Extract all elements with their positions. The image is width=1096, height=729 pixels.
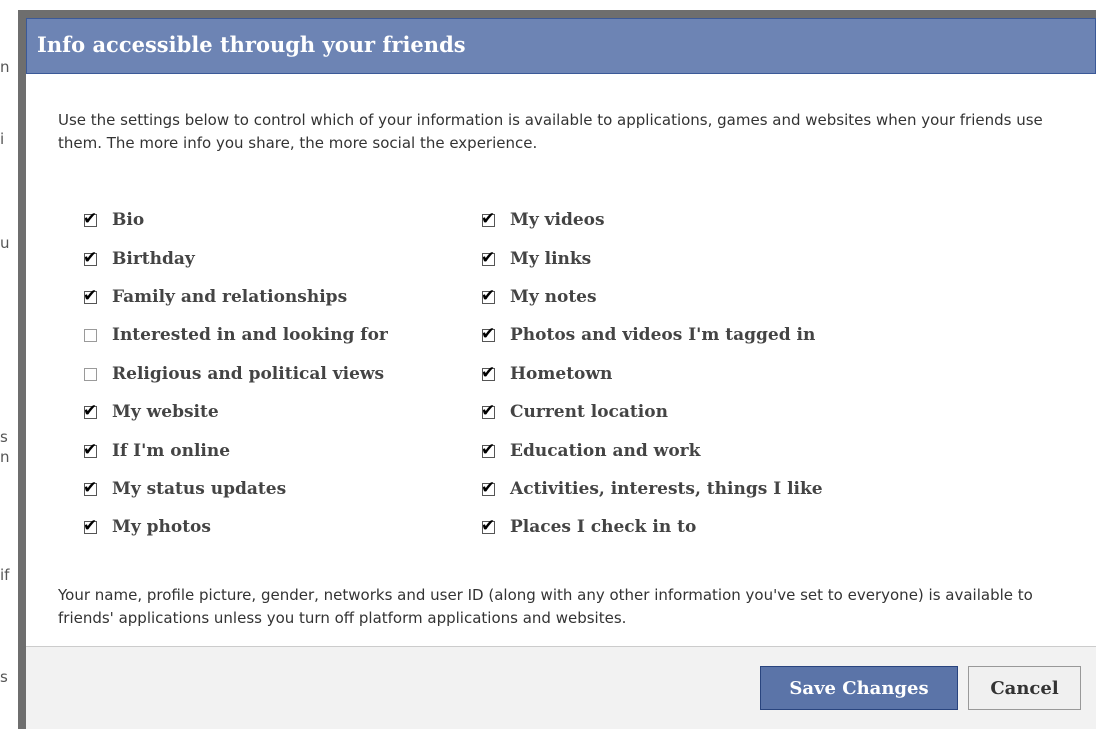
left-checkbox-column: ✔ Bio ✔ Birthday ✔ Family and relationsh… bbox=[83, 201, 388, 547]
checkbox[interactable]: ✔ bbox=[481, 401, 495, 421]
checkmark-icon: ✔ bbox=[481, 477, 496, 498]
checkbox-row[interactable]: ✔ If I'm online bbox=[83, 431, 388, 469]
checkbox[interactable]: ✔ bbox=[481, 209, 495, 229]
checkmark-icon: ✔ bbox=[481, 362, 496, 383]
save-changes-button[interactable]: Save Changes bbox=[760, 666, 958, 710]
checkmark-icon: ✔ bbox=[481, 324, 496, 345]
intro-text: Use the settings below to control which … bbox=[58, 111, 1043, 152]
background-text-fragment: n bbox=[0, 448, 10, 466]
checkbox-label: Family and relationships bbox=[112, 286, 348, 307]
checkmark-icon: ✔ bbox=[481, 401, 496, 422]
checkbox-row[interactable]: Religious and political views bbox=[84, 355, 388, 393]
checkbox-label: Interested in and looking for bbox=[112, 325, 388, 346]
background-page: n i u s n if s bbox=[0, 0, 20, 729]
checkbox[interactable]: ✔ bbox=[481, 324, 495, 344]
cancel-button[interactable]: Cancel bbox=[968, 666, 1081, 710]
background-text-fragment: i bbox=[0, 130, 5, 148]
checkmark-icon: ✔ bbox=[481, 247, 496, 268]
right-checkbox-column: ✔ My videos ✔ My links ✔ My notes ✔ Phot… bbox=[481, 201, 823, 547]
checkbox-row[interactable]: ✔ My website bbox=[83, 393, 388, 431]
checkbox-row[interactable]: ✔ Places I check in to bbox=[481, 508, 823, 546]
checkbox-label: Current location bbox=[510, 402, 668, 423]
checkbox[interactable]: ✔ bbox=[83, 401, 97, 421]
checkbox-label: Photos and videos I'm tagged in bbox=[510, 325, 816, 346]
footer-note: Your name, profile picture, gender, netw… bbox=[58, 586, 1033, 627]
dialog-header: Info accessible through your friends bbox=[26, 18, 1096, 74]
checkbox-row[interactable]: ✔ My photos bbox=[83, 508, 388, 546]
checkbox[interactable]: ✔ bbox=[481, 478, 495, 498]
checkbox[interactable]: ✔ bbox=[481, 516, 495, 536]
privacy-dialog: Info accessible through your friends Use… bbox=[26, 18, 1096, 729]
checkbox-label: Religious and political views bbox=[112, 363, 385, 384]
checkbox[interactable] bbox=[84, 367, 97, 381]
checkbox-label: My videos bbox=[510, 210, 605, 231]
checkbox-row[interactable]: Interested in and looking for bbox=[84, 316, 388, 354]
checkbox[interactable]: ✔ bbox=[481, 440, 495, 460]
checkmark-icon: ✔ bbox=[481, 516, 496, 537]
checkbox[interactable]: ✔ bbox=[83, 440, 97, 460]
checkbox-label: My status updates bbox=[112, 478, 287, 499]
checkmark-icon: ✔ bbox=[481, 439, 496, 460]
background-text-fragment: n bbox=[0, 58, 10, 76]
checkbox-row[interactable]: ✔ My notes bbox=[481, 278, 823, 316]
checkbox-label: My links bbox=[510, 248, 592, 269]
background-text-fragment: s bbox=[0, 668, 8, 686]
checkbox-label: Activities, interests, things I like bbox=[510, 478, 823, 499]
dialog-title: Info accessible through your friends bbox=[37, 32, 466, 57]
background-text-fragment: if bbox=[0, 566, 10, 584]
checkbox-row[interactable]: ✔ Birthday bbox=[83, 239, 388, 277]
checkmark-icon: ✔ bbox=[481, 209, 496, 230]
checkmark-icon: ✔ bbox=[83, 247, 98, 268]
checkmark-icon: ✔ bbox=[83, 477, 98, 498]
checkbox-label: Bio bbox=[112, 210, 145, 231]
checkmark-icon: ✔ bbox=[83, 401, 98, 422]
checkbox-row[interactable]: ✔ My status updates bbox=[83, 470, 388, 508]
checkbox-row[interactable]: ✔ Education and work bbox=[481, 431, 823, 469]
checkmark-icon: ✔ bbox=[83, 516, 98, 537]
checkbox-row[interactable]: ✔ My links bbox=[481, 239, 823, 277]
checkbox-row[interactable]: ✔ Family and relationships bbox=[83, 278, 388, 316]
checkbox[interactable]: ✔ bbox=[481, 248, 495, 268]
checkbox-row[interactable]: ✔ Photos and videos I'm tagged in bbox=[481, 316, 823, 354]
checkbox-row[interactable]: ✔ Activities, interests, things I like bbox=[481, 470, 823, 508]
checkmark-icon: ✔ bbox=[83, 285, 98, 306]
checkbox-label: My website bbox=[112, 402, 219, 423]
checkmark-icon: ✔ bbox=[83, 439, 98, 460]
background-text-fragment: s bbox=[0, 428, 8, 446]
checkbox-label: If I'm online bbox=[112, 440, 231, 461]
checkbox-label: Places I check in to bbox=[510, 517, 697, 538]
checkbox-row[interactable]: ✔ Bio bbox=[83, 201, 388, 239]
checkbox-row[interactable]: ✔ My videos bbox=[481, 201, 823, 239]
checkmark-icon: ✔ bbox=[83, 209, 98, 230]
button-bar: Save Changes Cancel bbox=[26, 646, 1096, 729]
checkbox[interactable]: ✔ bbox=[481, 286, 495, 306]
background-text-fragment: u bbox=[0, 234, 10, 252]
checkbox[interactable]: ✔ bbox=[83, 516, 97, 536]
checkbox[interactable]: ✔ bbox=[83, 248, 97, 268]
checkmark-icon: ✔ bbox=[481, 285, 496, 306]
checkbox[interactable]: ✔ bbox=[83, 209, 97, 229]
checkbox-row[interactable]: ✔ Hometown bbox=[481, 355, 823, 393]
checkbox-label: Education and work bbox=[510, 440, 701, 461]
checkbox-label: My photos bbox=[112, 517, 211, 538]
checkbox-row[interactable]: ✔ Current location bbox=[481, 393, 823, 431]
checkbox-label: My notes bbox=[510, 286, 597, 307]
checkbox[interactable]: ✔ bbox=[481, 363, 495, 383]
checkbox[interactable]: ✔ bbox=[83, 478, 97, 498]
checkbox-label: Birthday bbox=[112, 248, 195, 269]
checkbox-label: Hometown bbox=[510, 363, 613, 384]
checkbox[interactable]: ✔ bbox=[83, 286, 97, 306]
checkbox[interactable] bbox=[84, 329, 97, 343]
